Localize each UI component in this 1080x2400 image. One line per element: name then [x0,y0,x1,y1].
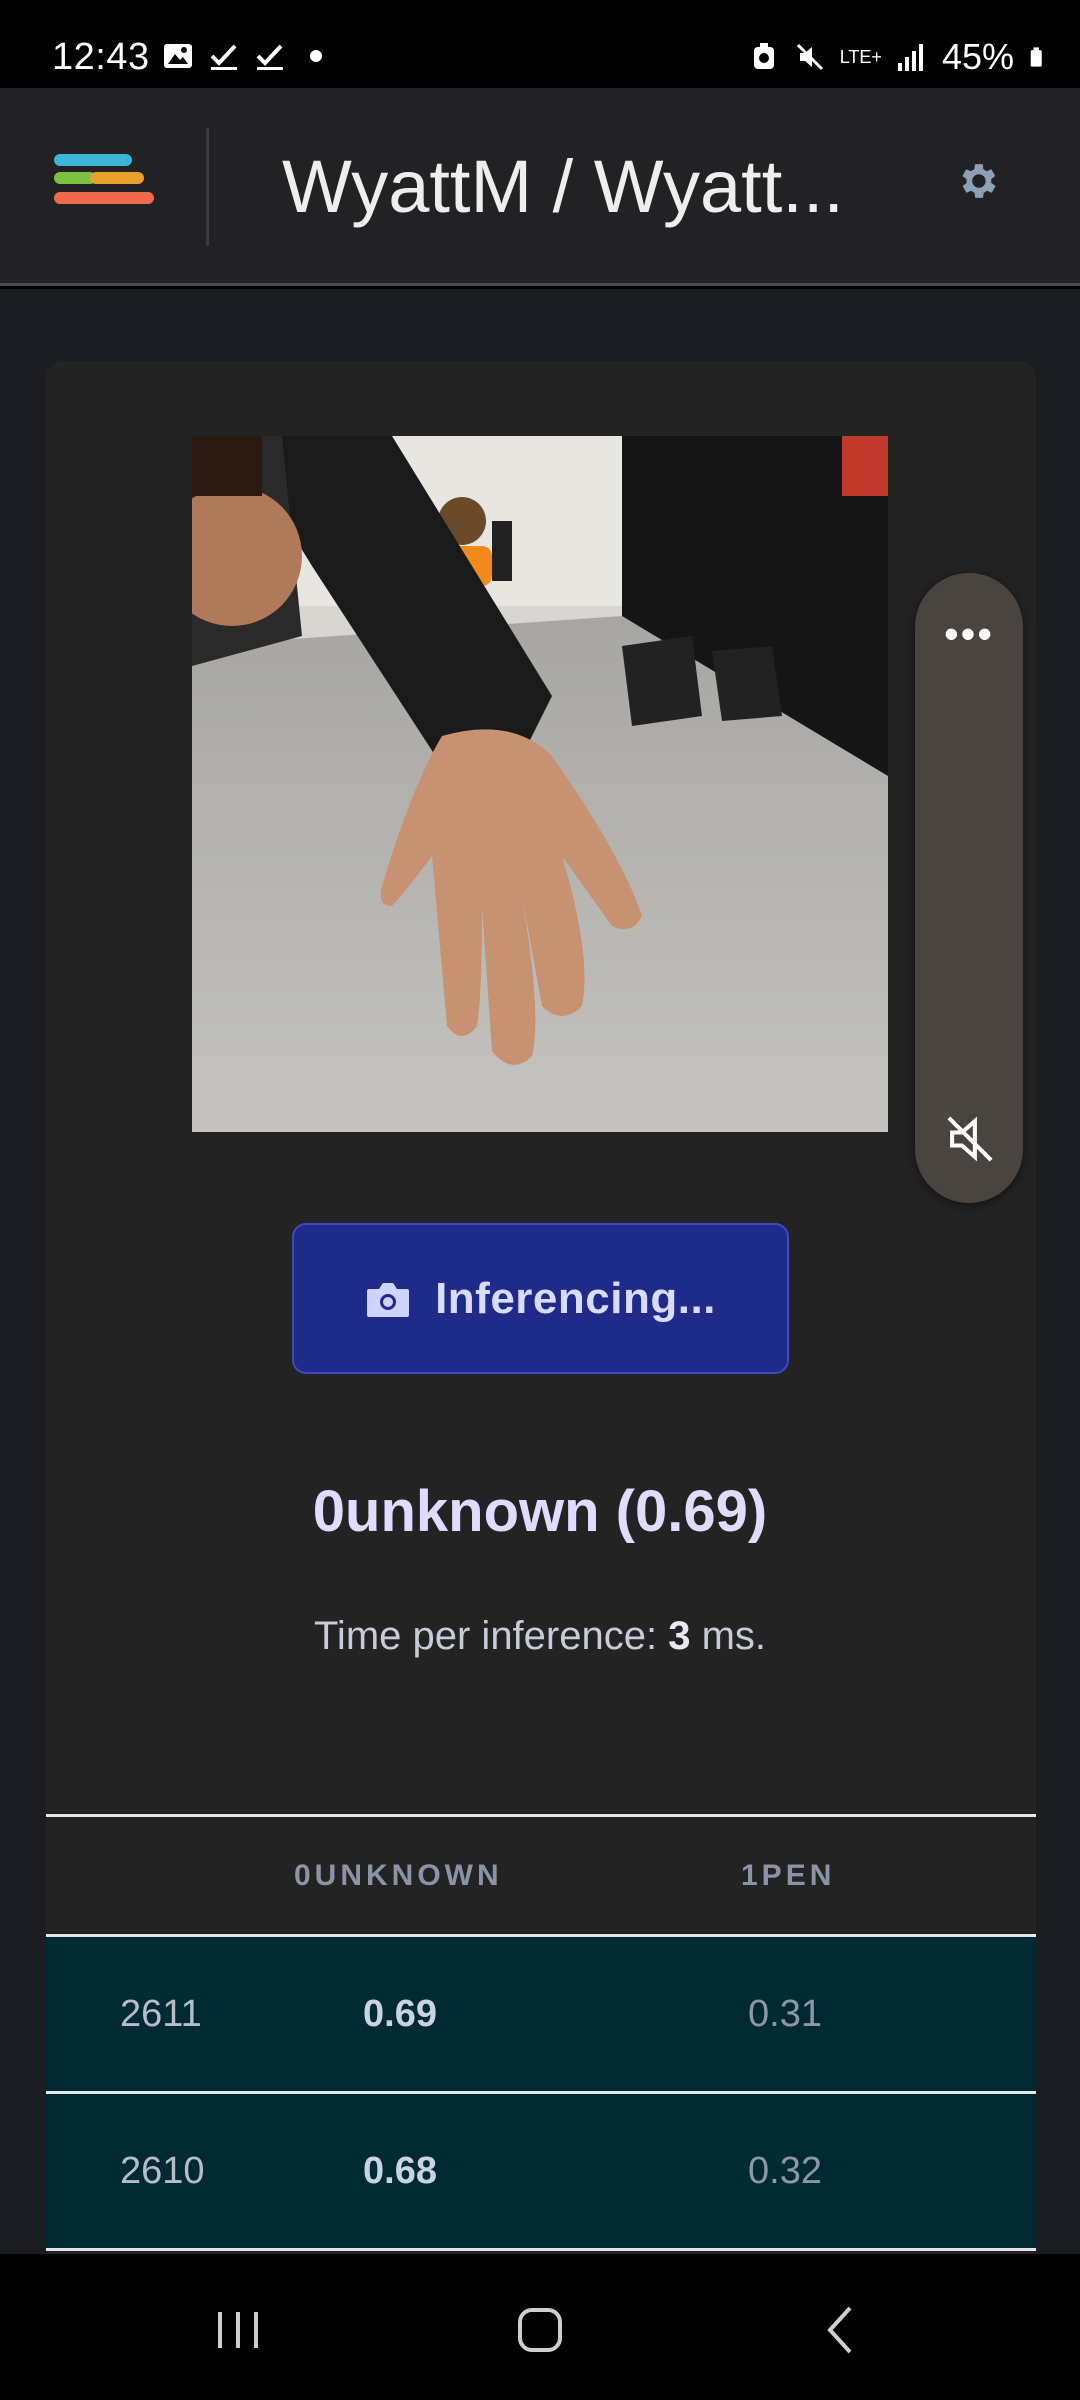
mute-icon [796,43,823,71]
inference-button[interactable]: Inferencing... [292,1223,789,1374]
camera-icon [367,1282,410,1317]
camera-feed-image [192,436,888,1132]
app-header: WyattM / Wyatt... [0,88,1080,286]
notification-icons [162,40,322,72]
timing-prefix: Time per inference: [313,1614,669,1658]
floating-side-panel[interactable]: ••• [915,573,1023,1203]
project-title[interactable]: WyattM / Wyatt... [282,144,902,229]
network-type: LTE+ [839,46,882,67]
battery-saver-icon [753,43,774,69]
sound-off-icon[interactable] [944,1113,996,1165]
table-row: 2611 0.69 0.31 [46,1937,1036,2094]
row-id: 2611 [120,1993,202,2035]
recent-apps-icon[interactable] [208,2300,268,2360]
status-time: 12:43 [52,36,150,78]
top-prediction: 0unknown (0.69) [312,1479,768,1544]
timing-value: 3 [668,1614,691,1658]
inference-button-label: Inferencing... [435,1273,716,1323]
system-icons: LTE+ 45% [748,36,1050,78]
gallery-icon [164,44,192,68]
check-icon [210,44,237,70]
battery-percent: 45% [941,36,1014,77]
system-navigation-bar [0,2254,1080,2400]
table-header: 0UNKNOWN 1PEN [46,1814,1036,1937]
home-icon[interactable] [510,2300,570,2360]
column-header-0unknown: 0UNKNOWN [294,1859,503,1892]
settings-gear-icon[interactable] [954,158,1000,204]
battery-icon [1030,47,1042,67]
column-header-1pen: 1PEN [741,1859,836,1892]
camera-preview [192,436,888,1132]
check-icon [256,44,283,70]
app-logo-icon[interactable] [54,150,154,220]
more-options-icon[interactable]: ••• [915,613,1023,655]
more-notifications-dot-icon [310,50,322,62]
table-row: 2610 0.68 0.32 [46,2094,1036,2251]
header-divider [206,128,209,246]
back-icon[interactable] [812,2300,872,2360]
timing-suffix: ms. [690,1614,766,1658]
inference-timing: Time per inference: 3 ms. [0,1614,1080,1659]
signal-icon [897,44,923,71]
row-unknown-score: 0.68 [363,2150,437,2192]
status-bar: 12:43 LTE+ 45% [0,0,1080,88]
row-pen-score: 0.32 [748,2150,822,2192]
row-unknown-score: 0.69 [363,1993,437,2035]
row-id: 2610 [120,2150,205,2192]
results-table: 0UNKNOWN 1PEN 2611 0.69 0.31 2610 0.68 0… [46,1814,1036,2251]
row-pen-score: 0.31 [748,1993,822,2035]
